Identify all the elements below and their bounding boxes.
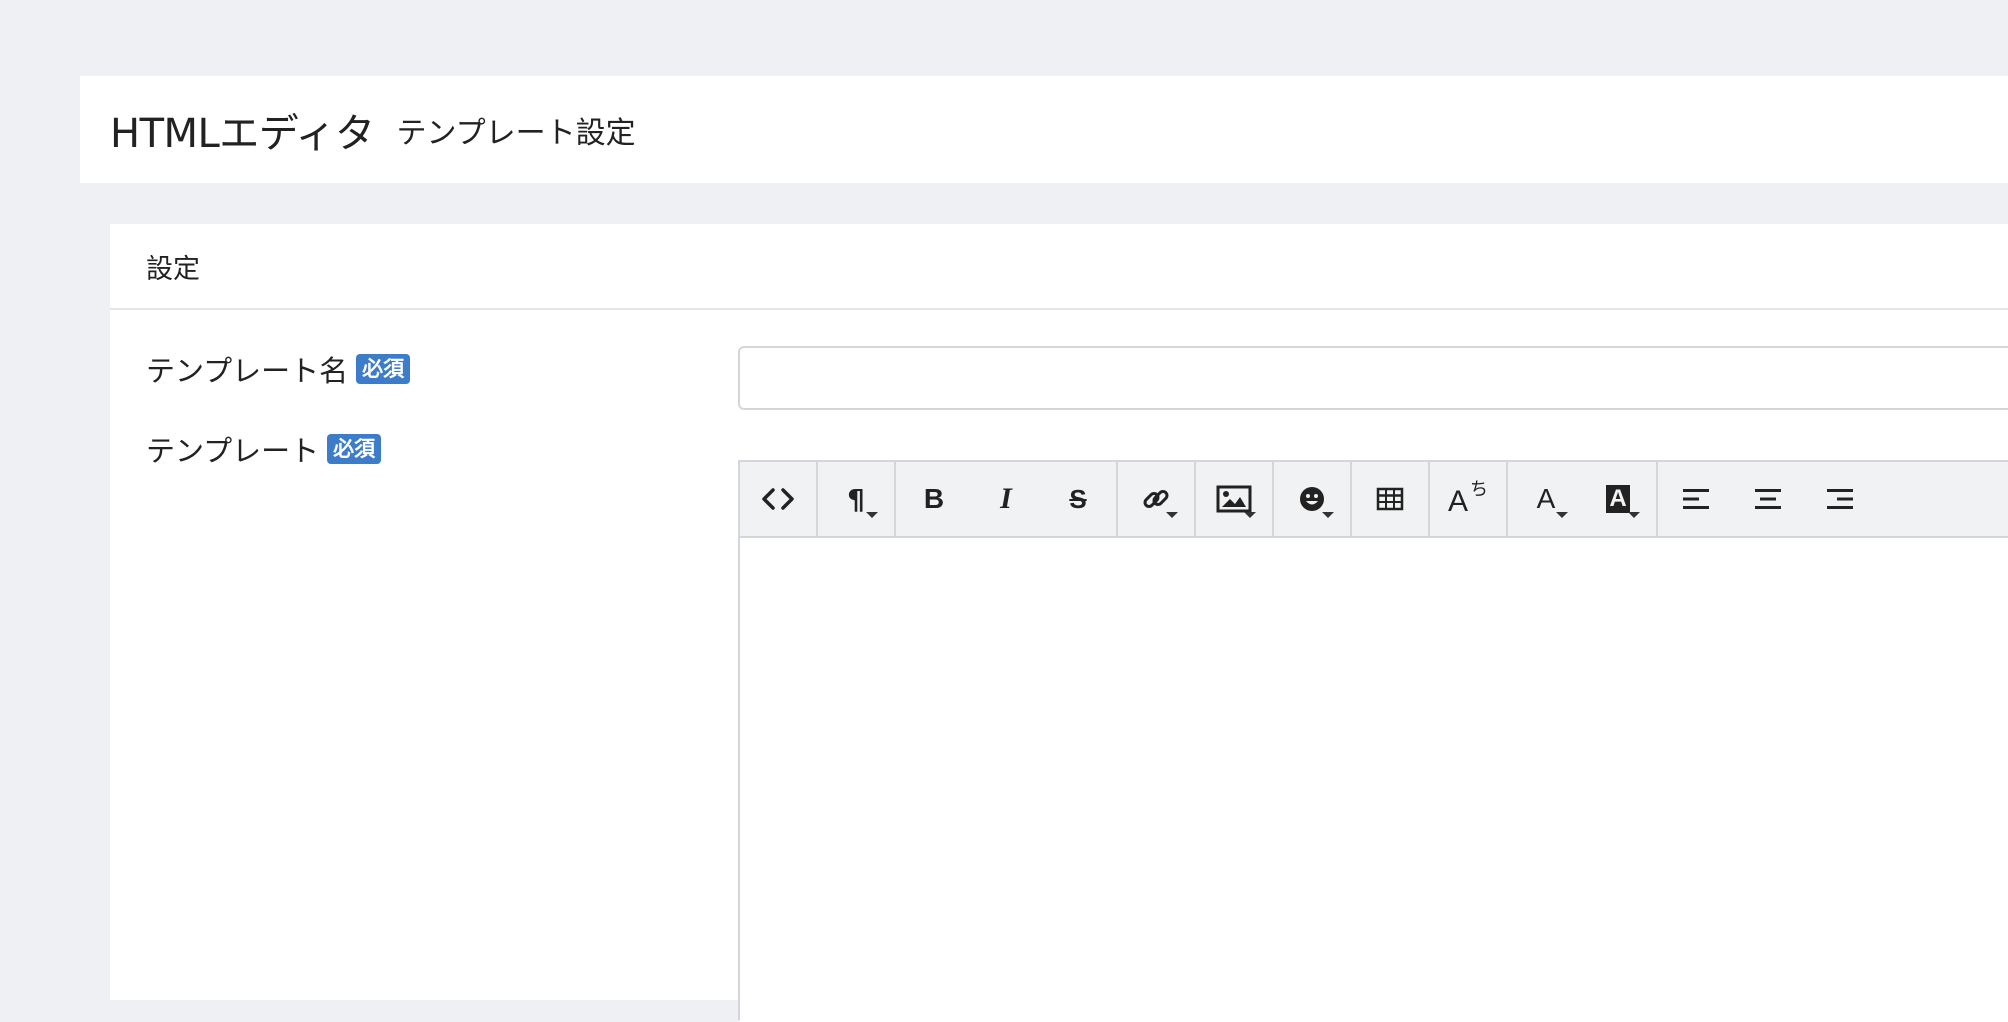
emoji-icon bbox=[1300, 487, 1324, 511]
bold-icon: B bbox=[923, 483, 945, 514]
template-label-text: テンプレート bbox=[146, 434, 320, 468]
table-icon bbox=[1376, 487, 1404, 511]
page-title: HTMLエディタ bbox=[110, 110, 375, 157]
code-view-icon bbox=[762, 488, 794, 510]
ruby-small-glyph: ち bbox=[1470, 479, 1488, 500]
html-editor: ¶ B I S A ち A A bbox=[738, 460, 2008, 1022]
ruby-base-glyph: A bbox=[1448, 485, 1469, 518]
emoji-button[interactable] bbox=[1276, 462, 1348, 536]
image-button[interactable] bbox=[1198, 462, 1270, 536]
strikethrough-button[interactable]: S bbox=[1042, 462, 1114, 536]
align-right-icon bbox=[1827, 489, 1853, 509]
strikethrough-icon: S bbox=[1069, 483, 1087, 514]
template-label: テンプレート 必須 bbox=[146, 428, 382, 470]
font-color-button[interactable]: A bbox=[1510, 462, 1582, 536]
page-subtitle: テンプレート設定 bbox=[396, 115, 636, 151]
editor-toolbar: ¶ B I S A ち A A bbox=[740, 462, 2008, 538]
italic-icon: I bbox=[1000, 482, 1012, 515]
link-icon bbox=[1143, 490, 1169, 508]
align-center-icon bbox=[1755, 489, 1781, 509]
toolbar-group-align bbox=[1658, 462, 1878, 536]
font-color-icon: A bbox=[1536, 483, 1556, 514]
toolbar-group-font: B I S bbox=[896, 462, 1118, 536]
template-name-label: テンプレート名 必須 bbox=[146, 348, 411, 390]
toolbar-group-color: A A bbox=[1508, 462, 1658, 536]
settings-card: 設定 テンプレート名 必須 テンプレート 必須 ¶ B I S A ち A A bbox=[110, 224, 2008, 1022]
toolbar-group-link bbox=[1118, 462, 1196, 536]
paragraph-style-button[interactable]: ¶ bbox=[820, 462, 892, 536]
align-center-button[interactable] bbox=[1732, 462, 1804, 536]
bold-button[interactable]: B bbox=[898, 462, 970, 536]
template-name-label-text: テンプレート名 bbox=[146, 354, 349, 388]
ruby-icon: A ち bbox=[1446, 479, 1490, 519]
image-icon bbox=[1216, 485, 1252, 513]
align-right-button[interactable] bbox=[1804, 462, 1876, 536]
table-button[interactable] bbox=[1354, 462, 1426, 536]
toolbar-group-code bbox=[740, 462, 818, 536]
italic-button[interactable]: I bbox=[970, 462, 1042, 536]
ruby-button[interactable]: A ち bbox=[1432, 462, 1504, 536]
paragraph-icon: ¶ bbox=[847, 482, 865, 516]
template-name-input[interactable] bbox=[738, 346, 2008, 410]
card-title: 設定 bbox=[146, 253, 200, 285]
card-header: 設定 bbox=[110, 224, 2008, 310]
background-color-button[interactable]: A bbox=[1582, 462, 1654, 536]
code-view-button[interactable] bbox=[742, 462, 814, 536]
editor-content-area[interactable] bbox=[740, 538, 2008, 1022]
page-header: HTMLエディタ テンプレート設定 bbox=[80, 76, 2008, 183]
background-color-icon: A bbox=[1606, 485, 1630, 513]
toolbar-group-style: ¶ bbox=[818, 462, 896, 536]
toolbar-group-image bbox=[1196, 462, 1274, 536]
toolbar-group-table bbox=[1352, 462, 1430, 536]
toolbar-group-ruby: A ち bbox=[1430, 462, 1508, 536]
align-left-icon bbox=[1683, 489, 1709, 509]
link-button[interactable] bbox=[1120, 462, 1192, 536]
required-badge: 必須 bbox=[327, 434, 382, 464]
toolbar-group-emoji bbox=[1274, 462, 1352, 536]
required-badge: 必須 bbox=[356, 354, 411, 384]
align-left-button[interactable] bbox=[1660, 462, 1732, 536]
